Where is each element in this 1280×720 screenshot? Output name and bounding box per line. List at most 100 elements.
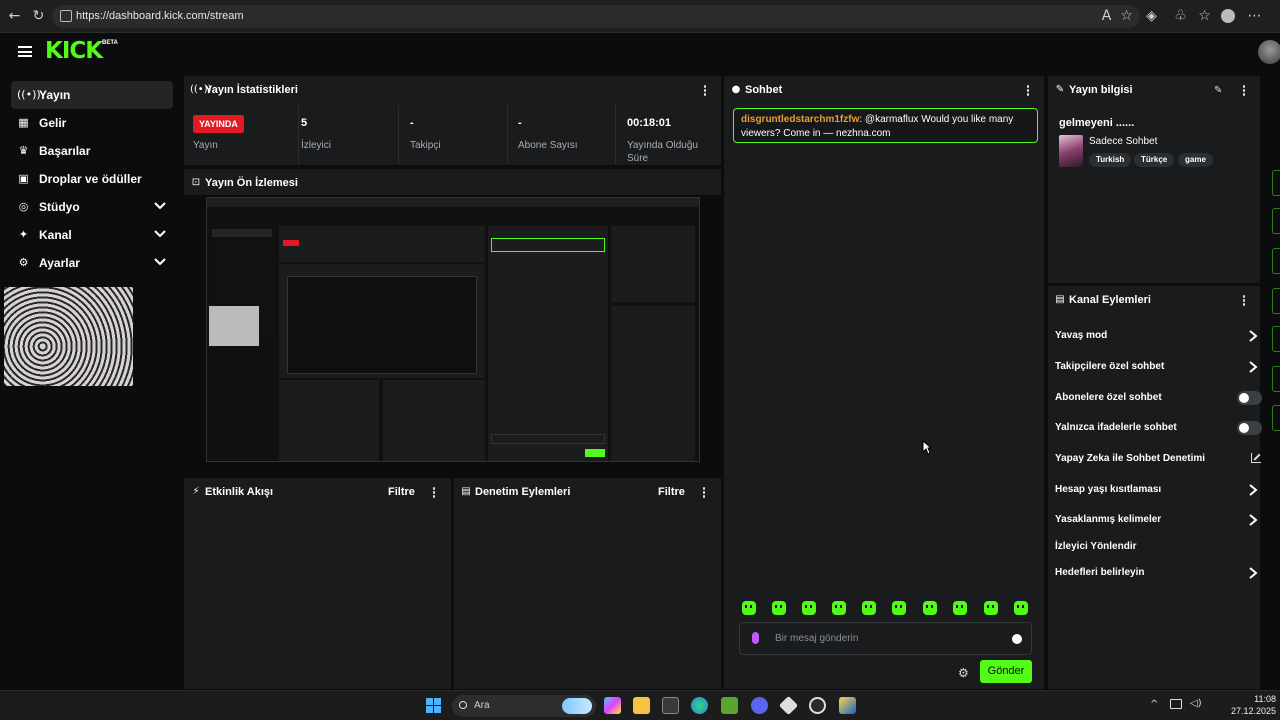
windows-start-icon[interactable] xyxy=(426,698,441,713)
edge-shortcut-tile[interactable] xyxy=(1272,248,1280,274)
chevron-down-icon[interactable] xyxy=(153,254,167,268)
send-button[interactable]: Gönder xyxy=(980,660,1032,683)
action-followers-only[interactable]: Takipçilere özel sohbet xyxy=(1055,357,1258,377)
tray-chevron-icon[interactable]: ^ xyxy=(1150,699,1158,710)
reload-icon[interactable]: ↻ xyxy=(30,8,47,25)
file-explorer-icon[interactable] xyxy=(633,697,650,714)
favorites-icon[interactable]: ☆ xyxy=(1196,8,1213,25)
chat-input[interactable]: Bir mesaj gönderin xyxy=(739,622,1032,655)
chevron-right-icon[interactable] xyxy=(1248,329,1258,343)
activity-feed-panel: ⚡ Etkinlik Akışı Filtre xyxy=(184,478,451,689)
action-host-viewers[interactable]: İzleyici Yönlendir xyxy=(1055,537,1255,557)
more-options-icon[interactable] xyxy=(702,487,706,499)
edge-shortcut-tile[interactable] xyxy=(1272,208,1280,234)
chevron-right-icon[interactable] xyxy=(1248,483,1258,497)
action-ai-moderation[interactable]: Yapay Zeka ile Sohbet Denetimi xyxy=(1055,449,1261,469)
taskbar-clock[interactable]: 11:08 27.12.2025 xyxy=(1226,693,1276,717)
sidebar-item-basarilar[interactable]: ♛ Başarılar xyxy=(11,137,173,165)
action-label: Hesap yaşı kısıtlaması xyxy=(1055,484,1162,495)
filter-button[interactable]: Filtre xyxy=(658,486,685,498)
edge-shortcut-tile[interactable] xyxy=(1272,326,1280,352)
chat-username[interactable]: disgruntledstarchm1fzfw xyxy=(741,114,859,125)
tag-chip[interactable]: Turkish xyxy=(1089,153,1132,167)
minecraft-icon[interactable] xyxy=(721,697,738,714)
emote-icon[interactable] xyxy=(953,601,967,615)
emote-icon[interactable] xyxy=(923,601,937,615)
external-link-icon[interactable] xyxy=(1251,453,1261,463)
emote-icon[interactable] xyxy=(984,601,998,615)
profile-avatar-icon[interactable] xyxy=(1221,9,1235,23)
more-options-icon[interactable] xyxy=(432,487,436,499)
edge-shortcut-tile[interactable] xyxy=(1272,366,1280,392)
sidebar-item-yayin[interactable]: ((•)) Yayın xyxy=(11,81,173,109)
chevron-right-icon[interactable] xyxy=(1248,566,1258,580)
emote-icon[interactable] xyxy=(832,601,846,615)
emote-icon[interactable] xyxy=(1014,601,1028,615)
preview-video[interactable] xyxy=(184,195,721,475)
filter-button[interactable]: Filtre xyxy=(388,486,415,498)
action-subscribers-only[interactable]: Abonelere özel sohbet xyxy=(1055,388,1262,408)
edge-shortcut-tile[interactable] xyxy=(1272,405,1280,431)
emotes-only-toggle[interactable] xyxy=(1237,421,1262,435)
action-account-age[interactable]: Hesap yaşı kısıtlaması xyxy=(1055,480,1258,500)
copilot-icon[interactable] xyxy=(604,697,621,714)
address-bar[interactable]: https://dashboard.kick.com/stream xyxy=(52,5,1140,28)
chevron-down-icon[interactable] xyxy=(153,198,167,212)
emoji-icon[interactable] xyxy=(1012,634,1022,644)
edge-shortcut-tile[interactable] xyxy=(1272,288,1280,314)
more-menu-icon[interactable]: ⋯ xyxy=(1246,8,1263,25)
user-avatar[interactable] xyxy=(1258,40,1280,64)
subscribers-only-toggle[interactable] xyxy=(1237,391,1262,405)
read-aloud-icon[interactable]: A xyxy=(1098,8,1115,25)
microphone-icon[interactable] xyxy=(752,632,759,644)
emote-icon[interactable] xyxy=(742,601,756,615)
obs-icon[interactable] xyxy=(809,697,826,714)
sidebar-item-kanal[interactable]: ✦ Kanal xyxy=(11,221,173,249)
kick-logo[interactable]: KICK xyxy=(45,38,103,64)
moderation-icon: ▤ xyxy=(461,486,471,497)
extensions-icon[interactable]: ◈ xyxy=(1143,8,1160,25)
action-emotes-only[interactable]: Yalnızca ifadelerle sohbet xyxy=(1055,418,1262,438)
chevron-down-icon[interactable] xyxy=(153,226,167,240)
more-options-icon[interactable] xyxy=(703,85,707,97)
taskbar-search[interactable]: Ara xyxy=(452,695,596,717)
tag-chip[interactable]: game xyxy=(1178,153,1213,167)
volume-icon[interactable]: ◁) xyxy=(1190,698,1202,709)
hamburger-menu-icon[interactable] xyxy=(18,46,32,57)
emote-icon[interactable] xyxy=(862,601,876,615)
edit-pencil-icon[interactable]: ✎ xyxy=(1214,85,1222,96)
sidebar-item-droplar[interactable]: ▣ Droplar ve ödüller xyxy=(11,165,173,193)
store-icon[interactable] xyxy=(662,697,679,714)
chat-message[interactable]: disgruntledstarchm1fzfw: @karmaflux Woul… xyxy=(733,108,1038,143)
sidebar-item-gelir[interactable]: ▦ Gelir xyxy=(11,109,173,137)
more-options-icon[interactable] xyxy=(1242,295,1246,307)
sidebar-item-studyo[interactable]: ◎ Stüdyo xyxy=(11,193,173,221)
app-icon[interactable] xyxy=(839,697,856,714)
action-slow-mode[interactable]: Yavaş mod xyxy=(1055,326,1258,346)
app-icon[interactable] xyxy=(778,695,799,716)
emote-icon[interactable] xyxy=(772,601,786,615)
stat-value: - xyxy=(518,117,522,129)
favorite-star-icon[interactable]: ☆ xyxy=(1118,8,1135,25)
chevron-right-icon[interactable] xyxy=(1248,513,1258,527)
site-info-icon[interactable] xyxy=(60,10,72,22)
browser-tool-icon[interactable]: ♧ xyxy=(1172,8,1189,25)
action-set-goals[interactable]: Hedefleri belirleyin xyxy=(1055,563,1258,583)
tag-chip[interactable]: Türkçe xyxy=(1134,153,1175,167)
emote-icon[interactable] xyxy=(802,601,816,615)
edge-shortcut-tile[interactable] xyxy=(1272,170,1280,196)
more-options-icon[interactable] xyxy=(1026,85,1030,97)
sidebar-item-label: Ayarlar xyxy=(39,256,80,270)
more-options-icon[interactable] xyxy=(1242,85,1246,97)
chat-settings-gear-icon[interactable]: ⚙ xyxy=(958,666,969,680)
chevron-right-icon[interactable] xyxy=(1248,360,1258,374)
network-icon[interactable] xyxy=(1170,699,1182,709)
action-banned-words[interactable]: Yasaklanmış kelimeler xyxy=(1055,510,1258,530)
sidebar-item-ayarlar[interactable]: ⚙ Ayarlar xyxy=(11,249,173,277)
edge-browser-icon[interactable] xyxy=(691,697,708,714)
stream-title: gelmeyeni ...... xyxy=(1059,117,1135,129)
emote-icon[interactable] xyxy=(892,601,906,615)
category-name[interactable]: Sadece Sohbet xyxy=(1089,136,1157,147)
back-icon[interactable]: ← xyxy=(6,8,23,25)
discord-icon[interactable] xyxy=(751,697,768,714)
